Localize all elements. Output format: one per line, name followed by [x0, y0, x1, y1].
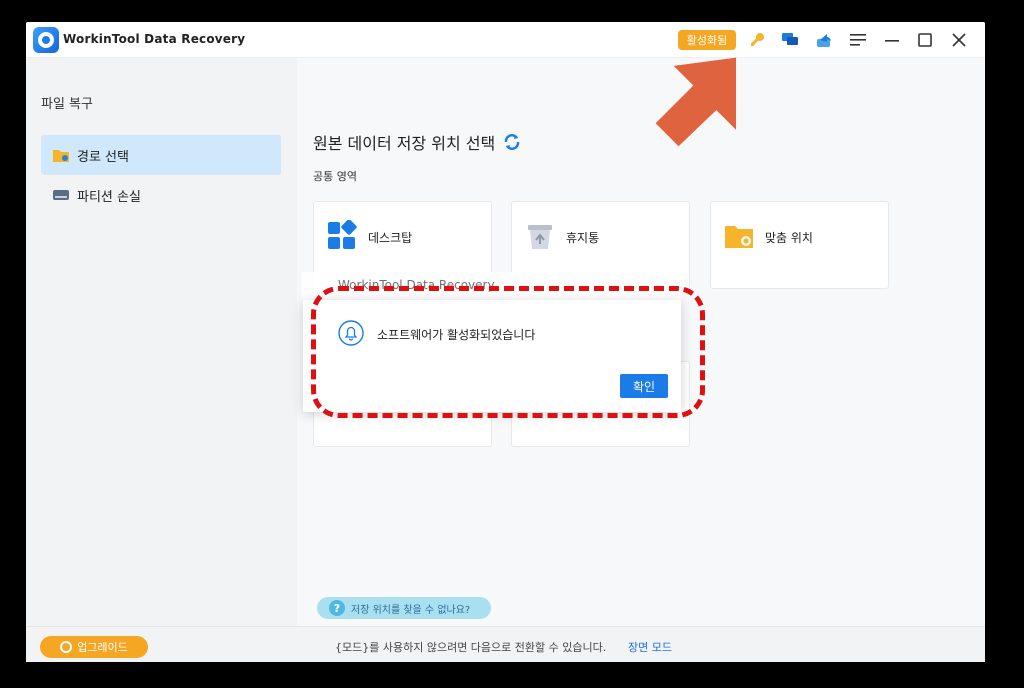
question-icon: ?	[329, 600, 345, 616]
annotation-arrow-icon	[655, 57, 736, 147]
common-section-label: 공통 영역	[313, 170, 357, 183]
help-label: 저장 위치를 찾을 수 없나요?	[351, 604, 471, 616]
upgrade-icon	[60, 641, 73, 653]
help-pill[interactable]: ? 저장 위치를 찾을 수 없나요?	[317, 597, 491, 619]
mode-hint-text: {모드}를 사용하지 않으려면 다음으로 전환할 수 있습니다.	[335, 641, 607, 654]
upgrade-button[interactable]: 업그레이드	[40, 636, 148, 658]
key-icon[interactable]	[747, 30, 767, 50]
folder-icon	[51, 145, 71, 165]
title-bar: WorkinTool Data Recovery 활성화됨	[26, 22, 985, 58]
scene-mode-link[interactable]: 장면 모드	[628, 639, 672, 655]
sidebar-heading: 파일 복구	[41, 97, 93, 112]
card-label: 휴지통	[566, 231, 600, 245]
upgrade-label: 업그레이드	[77, 641, 128, 654]
page-title: 원본 데이터 저장 위치 선택	[313, 130, 521, 154]
share-icon[interactable]	[814, 30, 834, 50]
drive-icon	[51, 185, 71, 205]
custom-folder-icon	[725, 226, 753, 248]
card-label: 데스크탑	[368, 231, 413, 245]
page-title-text: 원본 데이터 저장 위치 선택	[313, 134, 496, 153]
card-label: 맞춤 위치	[765, 231, 813, 245]
sidebar-item-label: 파티션 손실	[77, 189, 141, 205]
card-custom-location[interactable]: 맞춤 위치	[710, 201, 889, 289]
sidebar-item-label: 경로 선택	[77, 149, 129, 165]
bottom-bar: 업그레이드 {모드}를 사용하지 않으려면 다음으로 전환할 수 있습니다. 장…	[26, 626, 985, 662]
sidebar-item-partition-loss[interactable]: 파티션 손실	[41, 175, 281, 215]
desktop-icon	[328, 220, 357, 249]
recycle-bin-icon	[528, 225, 552, 249]
close-icon[interactable]	[949, 30, 969, 50]
maximize-icon[interactable]	[915, 30, 935, 50]
sidebar-item-path-select[interactable]: 경로 선택	[41, 135, 281, 175]
chat-icon[interactable]	[780, 30, 800, 50]
app-logo-icon	[33, 27, 59, 53]
activated-badge[interactable]: 활성화됨	[678, 30, 736, 50]
minimize-icon[interactable]	[882, 30, 902, 50]
app-title: WorkinTool Data Recovery	[63, 32, 246, 46]
sidebar: 파일 복구 경로 선택 파티션 손실	[26, 58, 297, 626]
refresh-icon[interactable]	[503, 133, 521, 151]
menu-icon[interactable]	[848, 30, 868, 50]
annotation-highlight	[311, 286, 705, 418]
